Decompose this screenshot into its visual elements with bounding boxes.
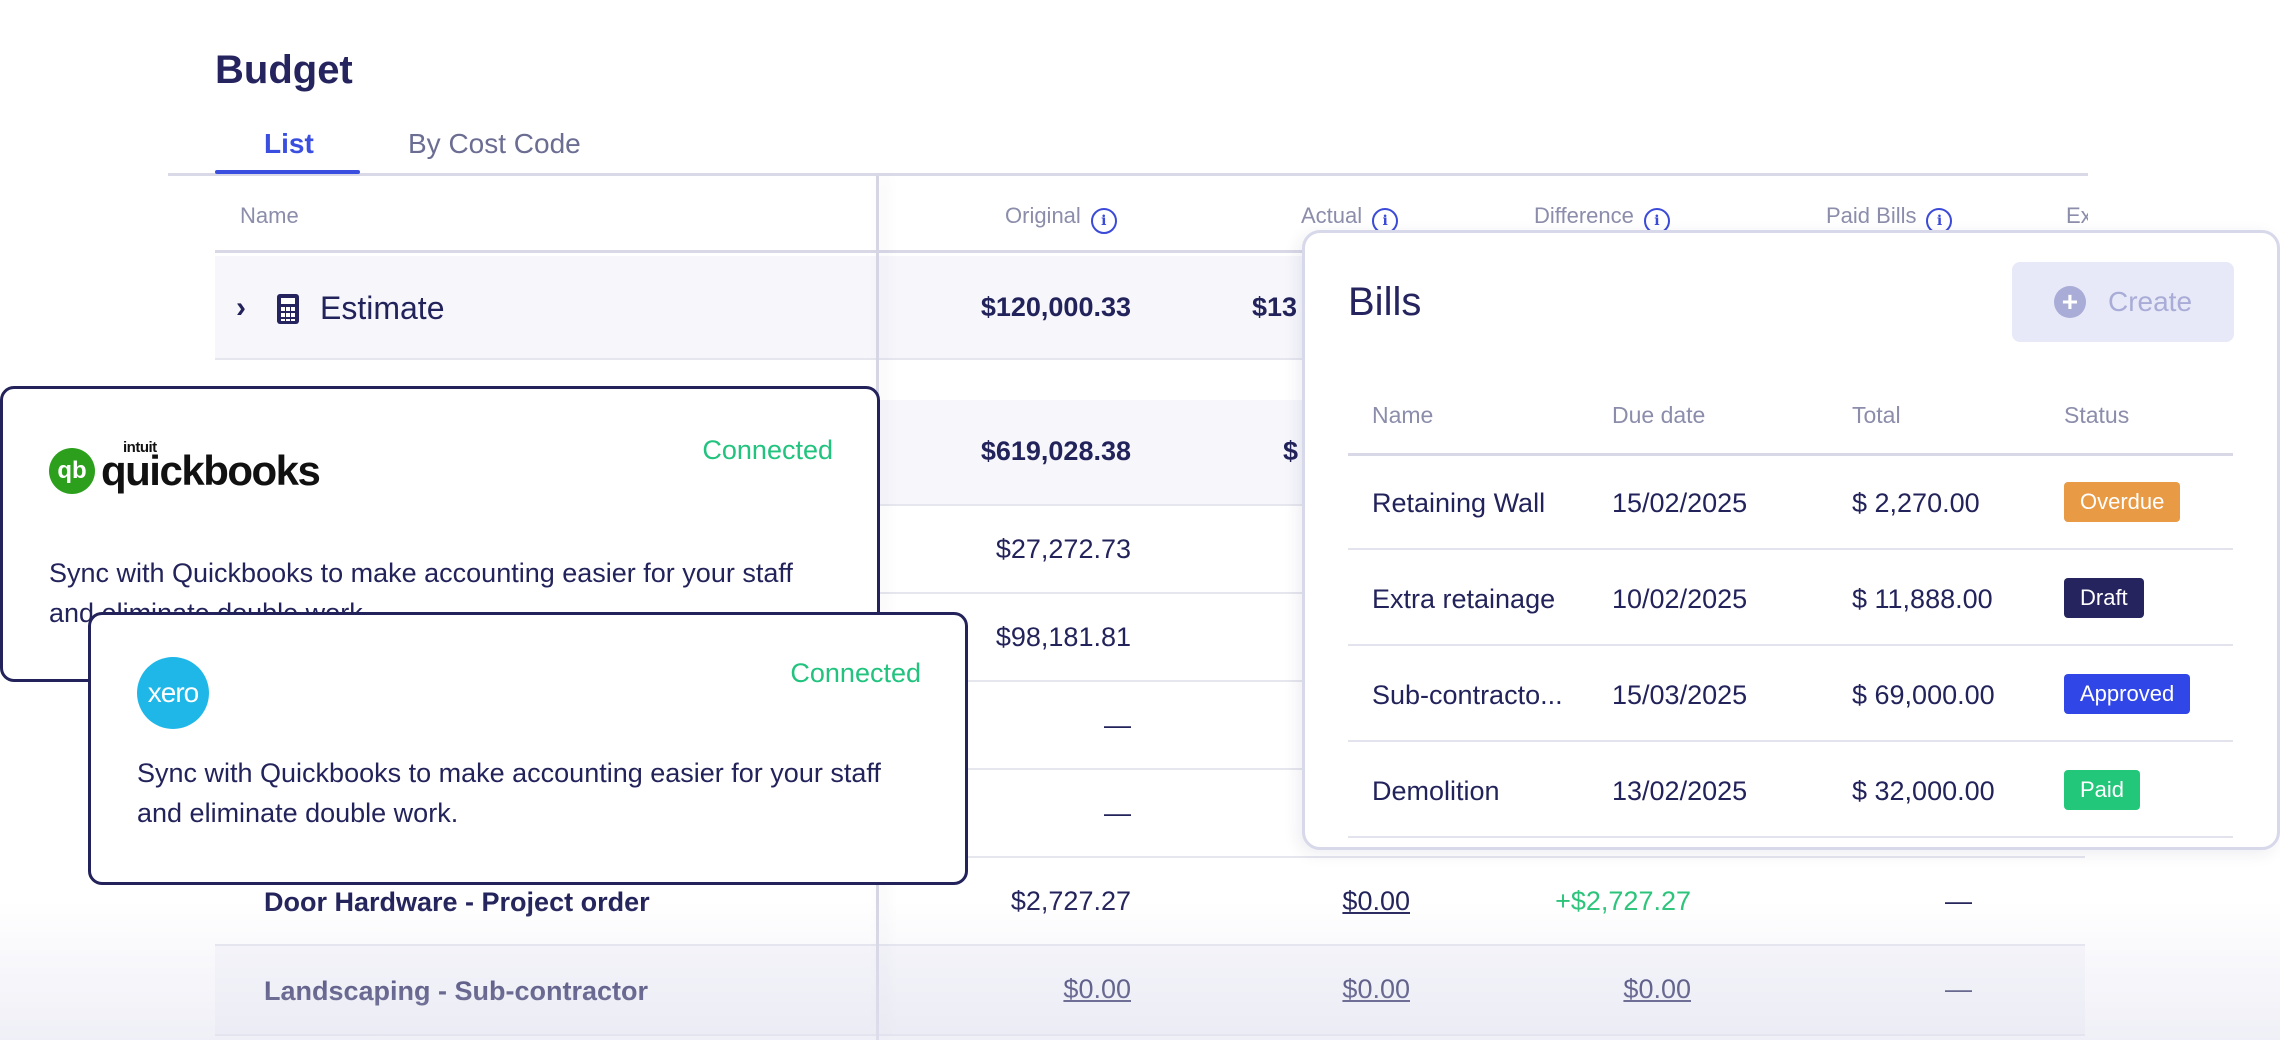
column-header-name[interactable]: Name [240, 203, 299, 229]
bills-column-total[interactable]: Total [1852, 402, 1901, 429]
column-header-expected[interactable]: Ex [2066, 203, 2088, 229]
bills-column-due-date[interactable]: Due date [1612, 402, 1705, 429]
bills-title: Bills [1348, 280, 1422, 324]
status-badge-approved: Approved [2064, 674, 2191, 714]
column-header-difference-label: Difference [1534, 203, 1634, 228]
chevron-right-icon[interactable]: › [236, 291, 246, 325]
tab-by-cost-code[interactable]: By Cost Code [408, 128, 581, 160]
bill-due-date: 15/02/2025 [1612, 488, 1748, 518]
create-bill-button[interactable]: + Create [2012, 262, 2234, 342]
cell-difference: +$2,727.27 [1555, 886, 1691, 916]
cell-original: $619,028.38 [980, 436, 1131, 466]
bill-row-divider [1348, 836, 2233, 838]
status-badge-overdue: Overdue [2064, 482, 2181, 522]
plus-circle-icon: + [2053, 286, 2086, 318]
cell-original-link[interactable]: $0.00 [900, 974, 1131, 1005]
status-badge-draft: Draft [2064, 578, 2144, 618]
info-icon[interactable]: i [1090, 208, 1117, 234]
bill-total: $ 32,000.00 [1852, 776, 1995, 806]
cell-difference-link[interactable]: $0.00 [1450, 974, 1691, 1005]
bill-name[interactable]: Demolition [1372, 776, 1500, 807]
bill-total: $ 2,270.00 [1852, 488, 1980, 518]
bill-name[interactable]: Extra retainage [1372, 584, 1555, 615]
cell-paid-bills: — [1945, 886, 1972, 916]
cell-original: $120,000.33 [980, 292, 1131, 322]
bills-header-divider [1348, 453, 2233, 456]
column-header-paid-bills-label: Paid Bills [1826, 203, 1917, 228]
connection-status: Connected [702, 435, 833, 465]
cell-actual-link[interactable]: $0.00 [1200, 974, 1410, 1005]
bill-due-date: 13/02/2025 [1612, 776, 1748, 806]
row-name-door-hardware[interactable]: Door Hardware - Project order [264, 887, 650, 918]
row-name-landscaping[interactable]: Landscaping - Sub-contractor [264, 976, 648, 1007]
cell-original: $2,727.27 [1010, 886, 1131, 916]
bill-row-divider [1348, 740, 2233, 742]
bill-total: $ 69,000.00 [1852, 680, 1995, 710]
cell-actual: $13 [1252, 292, 1298, 322]
bill-name[interactable]: Retaining Wall [1372, 488, 1545, 519]
calculator-icon [277, 294, 299, 324]
bill-name[interactable]: Sub-contracto... [1372, 680, 1563, 711]
bill-due-date: 15/03/2025 [1612, 680, 1748, 710]
quickbooks-logo-mark: qb [49, 448, 95, 494]
tab-list[interactable]: List [264, 128, 314, 160]
bill-total: $ 11,888.00 [1852, 584, 1993, 614]
column-header-original-label: Original [1005, 203, 1081, 228]
cell-paid-bills: — [1945, 974, 1972, 1004]
column-header-actual-label: Actual [1301, 203, 1363, 228]
status-badge-paid: Paid [2064, 770, 2141, 810]
cell-original: $27,272.73 [995, 534, 1131, 564]
cell-actual-link[interactable]: $0.00 [1200, 886, 1410, 917]
active-tab-indicator [215, 170, 360, 174]
row-name-estimate[interactable]: Estimate [320, 290, 444, 327]
cell-actual: $ [1283, 436, 1299, 466]
create-button-label: Create [2107, 286, 2193, 317]
column-header-original[interactable]: Original i [1005, 203, 1117, 234]
row-divider [215, 1034, 2085, 1036]
intuit-wordmark: intuit [123, 439, 157, 456]
tabs-divider [168, 173, 2088, 176]
bills-column-name[interactable]: Name [1372, 402, 1433, 429]
quickbooks-logo: qb intuit quickbooks [49, 439, 321, 495]
bill-due-date: 10/02/2025 [1612, 584, 1748, 614]
page-title: Budget [215, 48, 353, 92]
bill-row-divider [1348, 548, 2233, 550]
xero-integration-card[interactable]: xero Connected Sync with Quickbooks to m… [88, 612, 968, 885]
xero-logo: xero [137, 657, 209, 729]
connection-status: Connected [790, 658, 921, 688]
bills-column-status[interactable]: Status [2064, 402, 2129, 429]
integration-description: Sync with Quickbooks to make accounting … [137, 758, 881, 828]
bill-row-divider [1348, 644, 2233, 646]
